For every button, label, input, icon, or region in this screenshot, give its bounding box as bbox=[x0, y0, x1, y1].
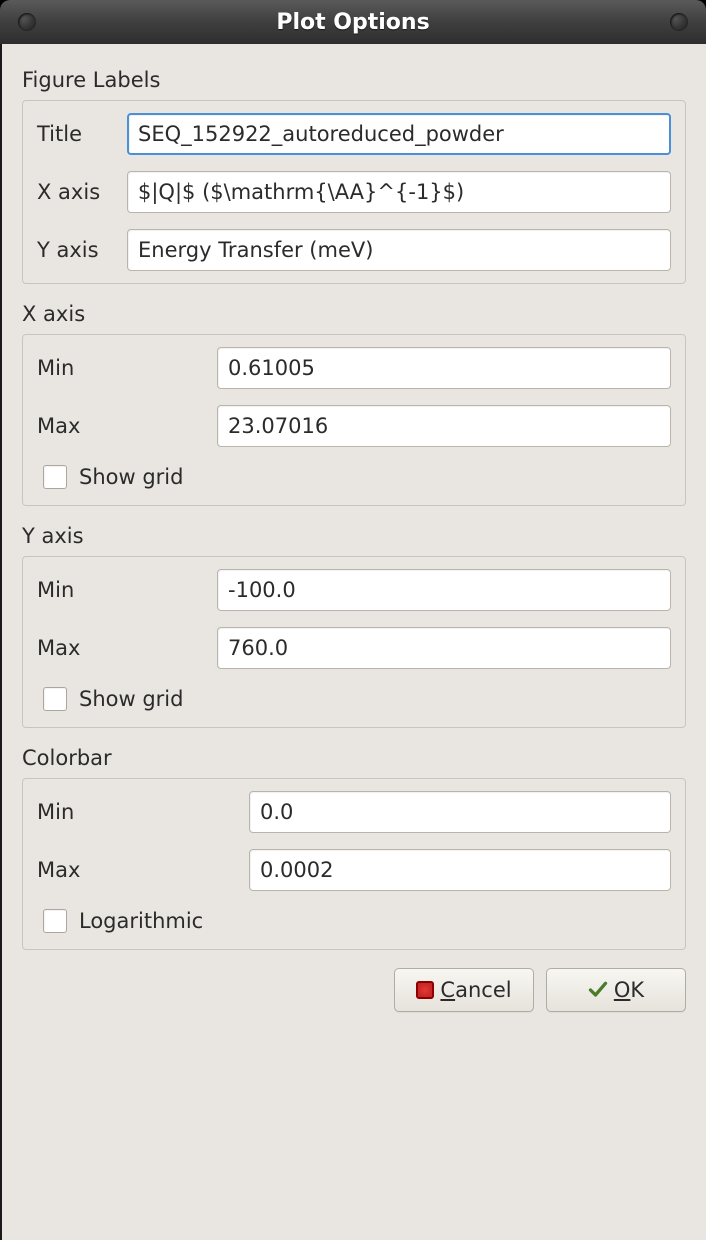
colorbar-min-label: Min bbox=[37, 800, 237, 824]
window-title: Plot Options bbox=[276, 10, 429, 35]
section-colorbar-header: Colorbar bbox=[22, 746, 686, 770]
xaxis-min-input[interactable] bbox=[217, 347, 671, 389]
colorbar-logarithmic-label: Logarithmic bbox=[79, 909, 203, 933]
titlebar[interactable]: Plot Options bbox=[0, 0, 706, 44]
yaxis-min-row: Min bbox=[37, 569, 671, 611]
figure-labels-group: Title X axis Y axis bbox=[22, 100, 686, 284]
xaxis-showgrid-row[interactable]: Show grid bbox=[43, 465, 671, 489]
colorbar-max-row: Max bbox=[37, 849, 671, 891]
title-row: Title bbox=[37, 113, 671, 155]
yaxis-showgrid-label: Show grid bbox=[79, 687, 183, 711]
ok-button-label-rest: K bbox=[630, 978, 644, 1002]
xaxis-group: Min Max Show grid bbox=[22, 334, 686, 506]
yaxis-showgrid-row[interactable]: Show grid bbox=[43, 687, 671, 711]
button-row: Cancel OK bbox=[22, 968, 686, 1012]
cancel-button[interactable]: Cancel bbox=[394, 968, 534, 1012]
dialog-body: Figure Labels Title X axis Y axis X axis… bbox=[0, 44, 706, 1240]
yaxis-max-row: Max bbox=[37, 627, 671, 669]
xaxis-label-input[interactable] bbox=[127, 171, 671, 213]
section-yaxis-header: Y axis bbox=[22, 524, 686, 548]
section-figure-labels-header: Figure Labels bbox=[22, 68, 686, 92]
yaxis-showgrid-checkbox[interactable] bbox=[43, 687, 67, 711]
xaxis-max-label: Max bbox=[37, 414, 205, 438]
title-input[interactable] bbox=[127, 113, 671, 155]
colorbar-logarithmic-row[interactable]: Logarithmic bbox=[43, 909, 671, 933]
colorbar-min-input[interactable] bbox=[249, 791, 671, 833]
section-xaxis-header: X axis bbox=[22, 302, 686, 326]
cancel-button-label-rest: ancel bbox=[455, 978, 511, 1002]
ok-button[interactable]: OK bbox=[546, 968, 686, 1012]
stop-icon bbox=[416, 981, 434, 999]
xaxis-label-row: X axis bbox=[37, 171, 671, 213]
colorbar-logarithmic-checkbox[interactable] bbox=[43, 909, 67, 933]
yaxis-label-row: Y axis bbox=[37, 229, 671, 271]
xaxis-max-input[interactable] bbox=[217, 405, 671, 447]
xaxis-min-label: Min bbox=[37, 356, 205, 380]
yaxis-max-label: Max bbox=[37, 636, 205, 660]
colorbar-max-label: Max bbox=[37, 858, 237, 882]
xaxis-showgrid-checkbox[interactable] bbox=[43, 465, 67, 489]
xaxis-min-row: Min bbox=[37, 347, 671, 389]
yaxis-label-input[interactable] bbox=[127, 229, 671, 271]
yaxis-label: Y axis bbox=[37, 238, 115, 262]
colorbar-group: Min Max Logarithmic bbox=[22, 778, 686, 950]
window-decoration-left bbox=[18, 13, 36, 31]
xaxis-label: X axis bbox=[37, 180, 115, 204]
colorbar-min-row: Min bbox=[37, 791, 671, 833]
yaxis-group: Min Max Show grid bbox=[22, 556, 686, 728]
colorbar-max-input[interactable] bbox=[249, 849, 671, 891]
title-label: Title bbox=[37, 122, 115, 146]
window-decoration-right bbox=[670, 13, 688, 31]
xaxis-showgrid-label: Show grid bbox=[79, 465, 183, 489]
yaxis-max-input[interactable] bbox=[217, 627, 671, 669]
yaxis-min-label: Min bbox=[37, 578, 205, 602]
ok-icon bbox=[588, 980, 608, 1000]
yaxis-min-input[interactable] bbox=[217, 569, 671, 611]
xaxis-max-row: Max bbox=[37, 405, 671, 447]
